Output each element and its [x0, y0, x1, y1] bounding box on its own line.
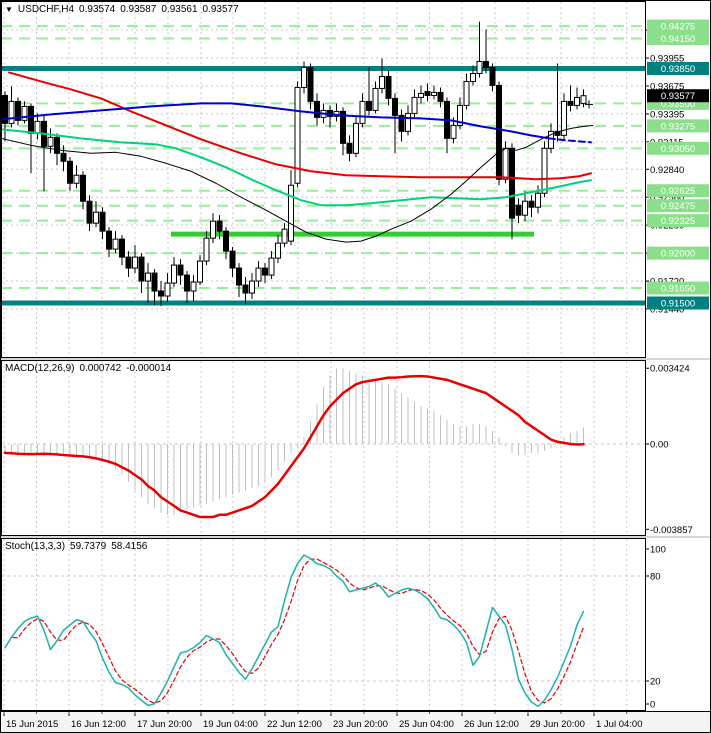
- symbol-timeframe-label: USDCHF,H4: [17, 4, 75, 15]
- svg-text:29 Jun 20:00: 29 Jun 20:00: [530, 719, 585, 730]
- svg-text:0.93395: 0.93395: [650, 109, 684, 120]
- svg-text:0.92625: 0.92625: [661, 186, 695, 197]
- open-value: 0.93574: [79, 4, 116, 15]
- macd-header: MACD(12,26,9) 0.000742 -0.000014: [5, 363, 171, 374]
- stoch-indicator-label: Stoch(13,3,3): [5, 541, 66, 552]
- svg-text:0.91500: 0.91500: [661, 299, 695, 310]
- svg-text:20: 20: [650, 677, 661, 688]
- close-value: 0.93577: [202, 4, 239, 15]
- svg-text:0.92840: 0.92840: [650, 165, 684, 176]
- chart-title-bar: ▼ USDCHF,H4 0.93574 0.93587 0.93561 0.93…: [5, 4, 239, 15]
- stoch-d-value: 58.4156: [111, 541, 148, 552]
- svg-text:15 Jun 2015: 15 Jun 2015: [6, 719, 58, 730]
- svg-text:0.92000: 0.92000: [661, 249, 695, 260]
- mt4-chart-window: 0.942350.939550.936750.933950.931150.928…: [0, 0, 711, 733]
- macd-indicator-label: MACD(12,26,9): [5, 363, 75, 374]
- svg-text:23 Jun 20:00: 23 Jun 20:00: [333, 719, 388, 730]
- svg-text:0.93275: 0.93275: [661, 121, 695, 132]
- svg-text:100: 100: [650, 545, 666, 556]
- stoch-k-value: 59.7379: [70, 541, 107, 552]
- svg-text:-0.003857: -0.003857: [650, 525, 693, 536]
- svg-text:0.93577: 0.93577: [661, 91, 695, 102]
- symbol-dropdown-icon[interactable]: ▼: [5, 5, 13, 15]
- macd-main-value: 0.000742: [79, 363, 122, 374]
- low-value: 0.93561: [161, 4, 198, 15]
- svg-text:0.94275: 0.94275: [661, 22, 695, 33]
- svg-text:19 Jun 04:00: 19 Jun 04:00: [203, 719, 258, 730]
- svg-text:80: 80: [650, 572, 661, 583]
- svg-text:0.93050: 0.93050: [661, 144, 695, 155]
- svg-text:17 Jun 20:00: 17 Jun 20:00: [137, 719, 192, 730]
- svg-text:0.92475: 0.92475: [661, 201, 695, 212]
- svg-text:0.94150: 0.94150: [661, 34, 695, 45]
- high-value: 0.93587: [120, 4, 157, 15]
- svg-text:0.00: 0.00: [650, 440, 669, 451]
- svg-text:16 Jun 12:00: 16 Jun 12:00: [71, 719, 126, 730]
- svg-text:26 Jun 12:00: 26 Jun 12:00: [464, 719, 519, 730]
- svg-text:0.93850: 0.93850: [661, 64, 695, 75]
- macd-signal-value: -0.000014: [126, 363, 172, 374]
- svg-text:0.92325: 0.92325: [661, 216, 695, 227]
- svg-text:0.003424: 0.003424: [650, 364, 690, 375]
- svg-text:1 Jul 04:00: 1 Jul 04:00: [596, 719, 642, 730]
- svg-text:0: 0: [650, 700, 655, 711]
- svg-text:22 Jun 12:00: 22 Jun 12:00: [267, 719, 322, 730]
- stoch-header: Stoch(13,3,3) 59.7379 58.4156: [5, 541, 147, 552]
- svg-text:0.91650: 0.91650: [661, 284, 695, 295]
- svg-text:25 Jun 04:00: 25 Jun 04:00: [399, 719, 454, 730]
